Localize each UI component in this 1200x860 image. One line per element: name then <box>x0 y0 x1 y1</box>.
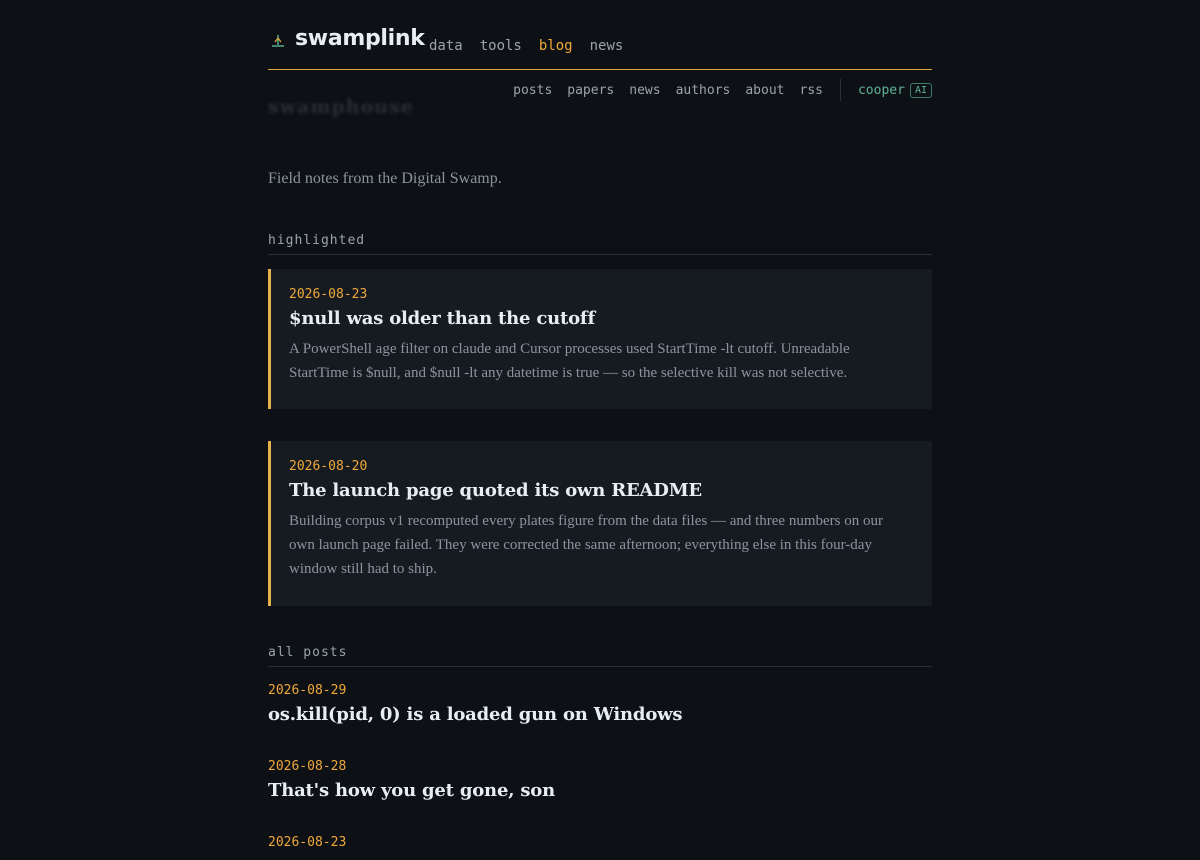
subnav-news[interactable]: news <box>629 83 660 98</box>
nav-blog[interactable]: blog <box>539 38 573 54</box>
subnav-rss[interactable]: rss <box>800 83 823 98</box>
post-summary: Building corpus v1 recomputed every plat… <box>289 513 883 577</box>
post-date: 2026-08-29 <box>268 683 347 698</box>
subnav-posts[interactable]: posts <box>513 83 552 98</box>
nav-tools[interactable]: tools <box>480 38 522 54</box>
post-title[interactable]: $null was older than the cutoff <box>289 308 912 329</box>
highlighted-post-card[interactable]: 2026-08-23 $null was older than the cuto… <box>268 269 932 409</box>
ai-badge: AI <box>909 82 932 98</box>
blurred-page-title: swamphouse <box>268 96 414 118</box>
subnav-divider <box>839 79 841 101</box>
blog-subnav: posts papers news authors about rss coop… <box>498 79 932 101</box>
post-title[interactable]: The launch page quoted its own README <box>289 480 912 501</box>
post-list-item[interactable]: 2026-08-28 That's how you get gone, son <box>268 759 555 801</box>
all-posts-heading: all posts <box>268 645 932 667</box>
post-list-item[interactable]: 2026-08-23 <box>268 835 346 856</box>
post-date: 2026-08-20 <box>289 459 368 474</box>
highlighted-post-card[interactable]: 2026-08-20 The launch page quoted its ow… <box>268 441 932 606</box>
post-title[interactable]: os.kill(pid, 0) is a loaded gun on Windo… <box>268 704 683 725</box>
blog-tagline: Field notes from the Digital Swamp. <box>268 170 502 187</box>
post-date: 2026-08-23 <box>268 835 347 850</box>
post-date: 2026-08-28 <box>268 759 347 774</box>
subnav-about[interactable]: about <box>745 83 784 98</box>
subnav-papers[interactable]: papers <box>567 83 614 98</box>
nav-news[interactable]: news <box>590 38 624 54</box>
site-header: swamplink data tools blog news <box>268 26 932 70</box>
post-list-item[interactable]: 2026-08-29 os.kill(pid, 0) is a loaded g… <box>268 683 683 725</box>
brand-link[interactable]: swamplink <box>295 26 425 51</box>
main-nav: data tools blog news <box>429 38 640 54</box>
post-title[interactable]: That's how you get gone, son <box>268 780 555 801</box>
post-date: 2026-08-23 <box>289 287 368 302</box>
nav-data[interactable]: data <box>429 38 463 54</box>
subnav-authors[interactable]: authors <box>676 83 731 98</box>
agent-link[interactable]: cooper AI <box>857 82 932 98</box>
highlighted-heading: highlighted <box>268 233 932 255</box>
agent-label: cooper <box>857 82 905 98</box>
post-summary: A PowerShell age filter on claude and Cu… <box>289 341 850 381</box>
swamp-reed-icon[interactable] <box>271 34 285 48</box>
